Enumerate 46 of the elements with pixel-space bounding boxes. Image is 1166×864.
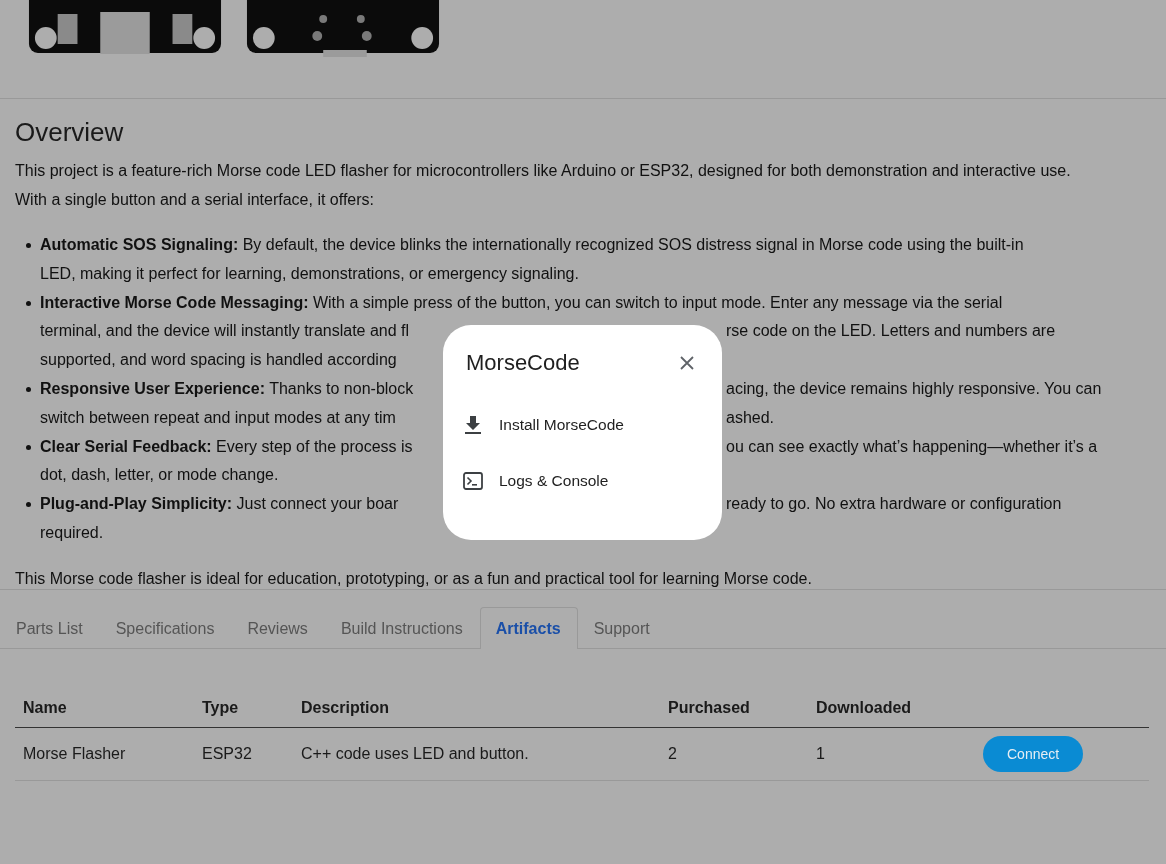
column-header: Description bbox=[293, 689, 660, 728]
close-icon[interactable] bbox=[680, 356, 694, 370]
list-text: Clear Serial Feedback: Every step of the process is bbox=[40, 436, 413, 457]
list-text: rse code on the LED. Letters and numbers are bbox=[726, 321, 1056, 342]
tab[interactable]: Artifacts bbox=[479, 607, 578, 649]
bullet-dot bbox=[26, 502, 31, 508]
list-text: supported, and word spacing is handled according bbox=[40, 350, 397, 371]
menu-item[interactable]: Logs & Console bbox=[466, 464, 700, 498]
bullet-dot bbox=[26, 243, 31, 248]
list-text: dot, dash, letter, or mode change. bbox=[40, 465, 279, 486]
table-cell: 2 bbox=[668, 745, 677, 762]
table-cell: Morse Flasher bbox=[23, 745, 126, 762]
column-header: Type bbox=[194, 689, 293, 728]
list-text: ashed. bbox=[726, 407, 775, 428]
tab[interactable]: Parts List bbox=[0, 607, 100, 649]
list-text: Responsive User Experience: Thanks to non-block bbox=[40, 379, 414, 399]
tab[interactable]: Reviews bbox=[231, 607, 325, 649]
intro-paragraph: This project is a feature-rich Morse code LED flasher for microcontrollers like Arduino or ESP32, designed for both demonstration and interactive use. With a single button and a serial interface, it offers: bbox=[15, 161, 1072, 210]
closing-paragraph: This Morse code flasher is ideal for education, prototyping, or as a fun and practical tool for learning Morse code. bbox=[15, 568, 813, 589]
dialog-title: MorseCode bbox=[466, 350, 580, 376]
list-text: Automatic SOS Signaling: By default, the device blinks the internationally recognized SOS distress signal in Morse code using the built-in bbox=[40, 235, 1024, 255]
list-text: terminal, and the device will instantly translate and fl bbox=[40, 321, 410, 342]
list-text: LED, making it perfect for learning, demonstrations, or emergency signaling. bbox=[40, 263, 579, 284]
bullet-dot bbox=[26, 300, 31, 306]
table-cell: ESP32 bbox=[202, 745, 252, 762]
list-text: ou can see exactly what’s happening—whether it’s a bbox=[726, 436, 1098, 457]
column-header: Name bbox=[15, 689, 194, 728]
list-text: Plug-and-Play Simplicity: Just connect your boar bbox=[40, 494, 399, 515]
list-text: ready to go. No extra hardware or configuration bbox=[726, 494, 1062, 515]
table-cell: 1 bbox=[816, 745, 825, 762]
terminal-icon bbox=[460, 472, 486, 490]
connect-button[interactable]: Connect bbox=[983, 736, 1084, 772]
list-text: required. bbox=[40, 522, 104, 543]
column-header: Downloaded bbox=[808, 689, 975, 728]
table-cell: C++ code uses LED and button. bbox=[301, 745, 529, 762]
section-heading: Overview bbox=[15, 117, 125, 147]
bullet-dot bbox=[26, 387, 31, 392]
list-text: switch between repeat and input modes at any tim bbox=[40, 407, 396, 428]
column-header: Purchased bbox=[660, 689, 808, 728]
tab[interactable]: Build Instructions bbox=[324, 607, 480, 649]
list-text: Interactive Morse Code Messaging: With a simple press of the button, you can switch to input mode. Enter any message via the serial bbox=[40, 292, 1003, 313]
bullet-dot bbox=[26, 444, 31, 450]
tab[interactable]: Specifications bbox=[99, 607, 232, 649]
list-text: acing, the device remains highly responsive. You can bbox=[726, 379, 1102, 399]
tab[interactable]: Support bbox=[577, 607, 667, 649]
menu-item[interactable]: Install MorseCode bbox=[466, 408, 700, 442]
